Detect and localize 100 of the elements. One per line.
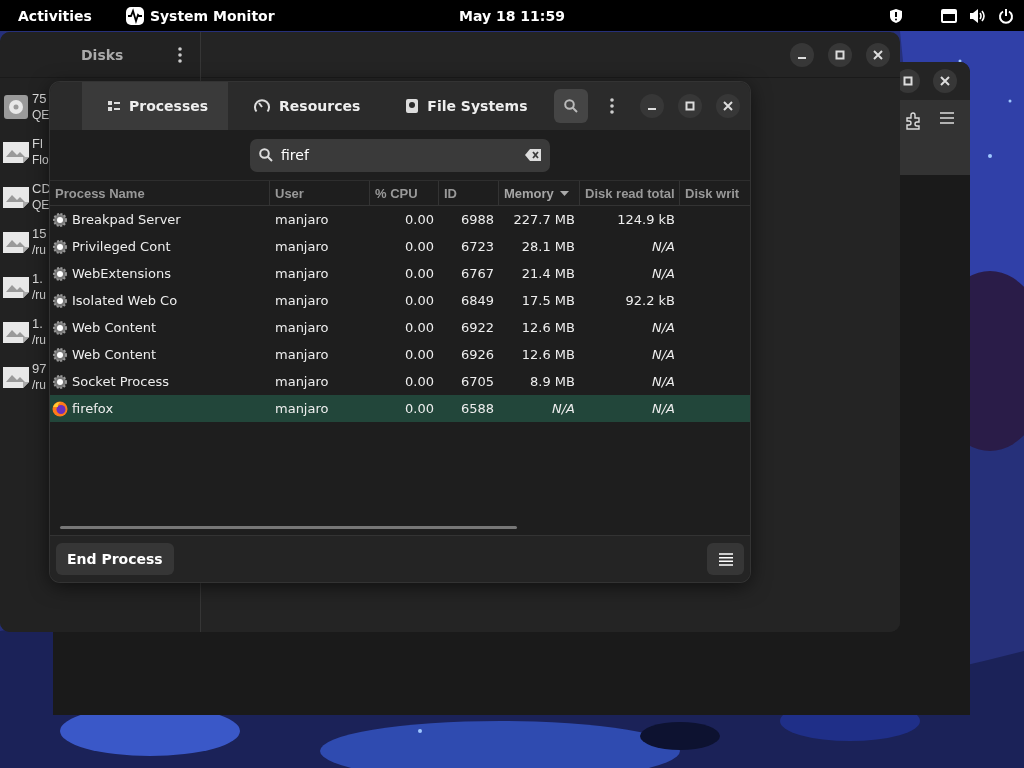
search-icon: [564, 99, 578, 113]
image-file-icon: [3, 275, 29, 298]
process-name: Privileged Cont: [72, 239, 171, 254]
process-row[interactable]: firefox manjaro 0.00 6588 N/A N/A: [50, 395, 750, 422]
column-header[interactable]: Disk writ: [680, 181, 746, 205]
cpu-cell: 0.00: [405, 293, 434, 308]
disk-read-cell: N/A: [652, 320, 675, 335]
disk-read-cell: N/A: [652, 266, 675, 281]
drive-name: 1.: [32, 269, 44, 287]
user-cell: manjaro: [275, 212, 329, 227]
maximize-button[interactable]: [678, 94, 702, 118]
scrollbar[interactable]: [60, 526, 517, 529]
process-name: Breakpad Server: [72, 212, 181, 227]
fox-globe-icon: [52, 400, 68, 417]
process-row[interactable]: Socket Process manjaro 0.00 6705 8.9 MB N/A: [50, 368, 750, 395]
close-icon: [873, 49, 883, 60]
gear-icon: [52, 346, 68, 363]
user-cell: manjaro: [275, 401, 329, 416]
memory-cell: N/A: [552, 401, 575, 416]
drive-name: 1.: [32, 314, 44, 332]
process-row[interactable]: Web Content manjaro 0.00 6926 12.6 MB N/A: [50, 341, 750, 368]
process-name: Web Content: [72, 347, 157, 362]
clear-icon[interactable]: [525, 149, 541, 161]
id-cell: 6767: [460, 266, 494, 281]
view-options-button[interactable]: [707, 543, 744, 575]
gear-icon: [52, 292, 68, 309]
process-row[interactable]: Breakpad Server manjaro 0.00 6988 227.7 MB 124.9 kB: [50, 206, 750, 233]
sort-down-icon: [559, 190, 569, 196]
disk-read-cell: N/A: [652, 401, 675, 416]
end-process-button[interactable]: End Process: [56, 543, 174, 575]
process-name: Isolated Web Co: [72, 293, 178, 308]
process-row[interactable]: Web Content manjaro 0.00 6922 12.6 MB N/A: [50, 314, 750, 341]
id-cell: 6849: [460, 293, 494, 308]
close-button[interactable]: [716, 94, 740, 118]
id-cell: 6588: [460, 401, 494, 416]
search-field[interactable]: firef: [250, 138, 550, 172]
window-title: Disks: [81, 46, 125, 63]
id-cell: 6988: [460, 212, 494, 227]
volume-icon[interactable]: [969, 7, 986, 24]
drive-detail: /ru: [32, 286, 46, 304]
drive-detail: QE: [32, 106, 50, 124]
disk-read-cell: 92.2 kB: [625, 293, 675, 308]
maximize-button[interactable]: [828, 42, 852, 67]
network-icon[interactable]: [941, 8, 957, 23]
menu-button[interactable]: [178, 46, 182, 63]
id-cell: 6926: [460, 347, 494, 362]
pulse-icon: [125, 6, 144, 25]
image-file-icon: [3, 365, 29, 388]
process-name: firefox: [72, 401, 114, 416]
power-icon[interactable]: [998, 7, 1014, 24]
process-row[interactable]: Privileged Cont manjaro 0.00 6723 28.1 MB N/A: [50, 233, 750, 260]
minimize-icon: [798, 56, 806, 59]
column-header[interactable]: Process Name: [50, 181, 270, 205]
drive-icon: [406, 99, 419, 113]
menu-button[interactable]: [610, 98, 614, 114]
cpu-cell: 0.00: [405, 374, 434, 389]
tab[interactable]: Processes: [82, 82, 229, 130]
column-header[interactable]: % CPU: [370, 181, 439, 205]
close-button[interactable]: [933, 69, 957, 93]
search-icon: [259, 148, 273, 162]
process-name: WebExtensions: [72, 266, 171, 281]
tab[interactable]: Resources: [228, 82, 381, 130]
user-cell: manjaro: [275, 239, 329, 254]
image-file-icon: [3, 185, 29, 208]
gauge-icon: [254, 99, 271, 113]
search-button[interactable]: [554, 89, 588, 123]
memory-cell: 8.9 MB: [530, 374, 575, 389]
user-cell: manjaro: [275, 320, 329, 335]
close-button[interactable]: [866, 42, 890, 67]
puzzle-icon[interactable]: [906, 112, 922, 130]
cpu-cell: 0.00: [405, 212, 434, 227]
user-cell: manjaro: [275, 374, 329, 389]
minimize-icon: [648, 108, 656, 110]
column-header[interactable]: Disk read total: [580, 181, 680, 205]
minimize-button[interactable]: [640, 94, 664, 118]
process-row[interactable]: WebExtensions manjaro 0.00 6767 21.4 MB N/A: [50, 260, 750, 287]
menu-icon[interactable]: [940, 112, 954, 124]
tab[interactable]: File Systems: [380, 82, 548, 130]
column-header[interactable]: User: [270, 181, 370, 205]
disk-read-cell: N/A: [652, 374, 675, 389]
cpu-cell: 0.00: [405, 401, 434, 416]
shield-icon[interactable]: [889, 7, 903, 24]
clock[interactable]: May 18 11:59: [459, 7, 565, 24]
gear-icon: [52, 373, 68, 390]
app-menu[interactable]: System Monitor: [125, 6, 275, 25]
memory-cell: 17.5 MB: [521, 293, 575, 308]
user-cell: manjaro: [275, 293, 329, 308]
list-icon: [108, 101, 120, 111]
close-icon: [940, 76, 950, 86]
activities-button[interactable]: Activities: [18, 7, 92, 24]
disk-read-cell: N/A: [652, 239, 675, 254]
menu-icon: [718, 552, 733, 566]
minimize-button[interactable]: [790, 42, 814, 67]
process-name: Web Content: [72, 320, 157, 335]
memory-cell: 28.1 MB: [521, 239, 575, 254]
drive-name: 75: [32, 89, 48, 107]
maximize-icon: [685, 101, 695, 111]
process-row[interactable]: Isolated Web Co manjaro 0.00 6849 17.5 MB 92.2 kB: [50, 287, 750, 314]
gear-icon: [52, 265, 68, 282]
disk-read-cell: 124.9 kB: [617, 212, 675, 227]
